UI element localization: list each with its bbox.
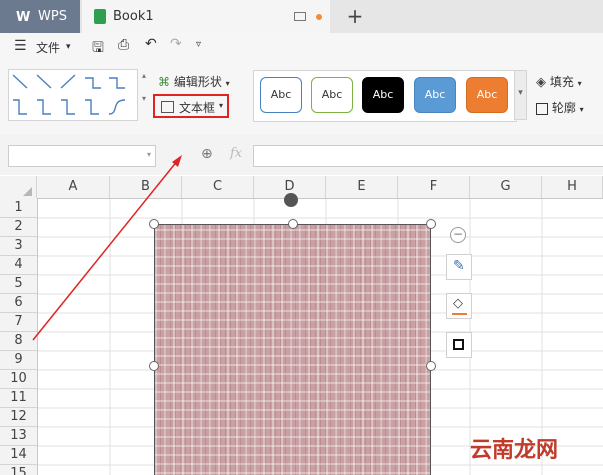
annotation-arrow (32, 155, 182, 341)
watermark-text: 云南龙网 (470, 438, 559, 463)
